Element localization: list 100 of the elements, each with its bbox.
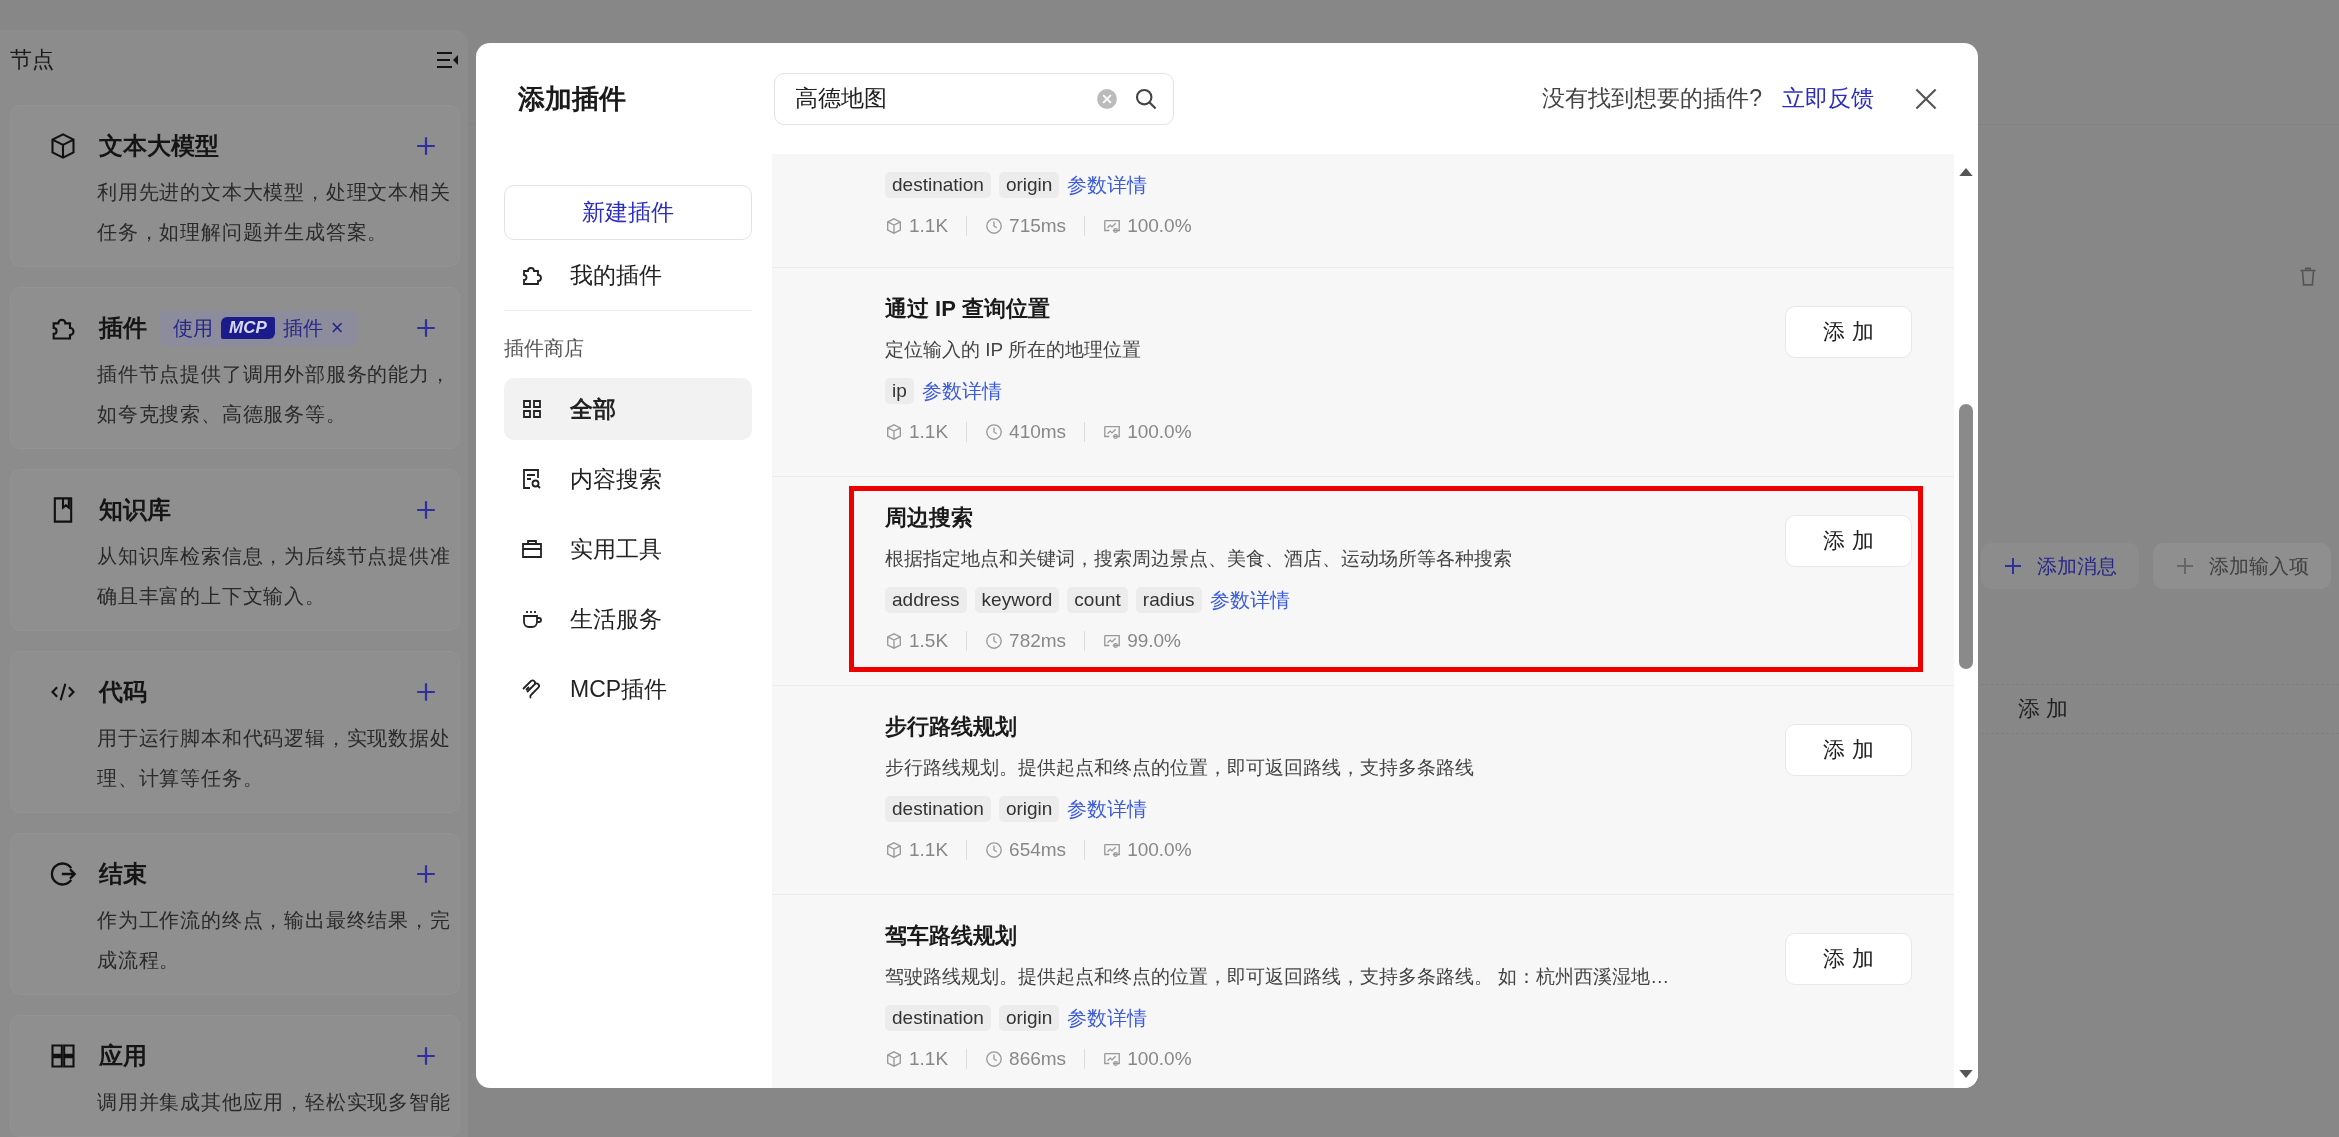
panel-title: 节点 <box>10 45 54 74</box>
parameter-details-link[interactable]: 参数详情 <box>1067 1004 1148 1032</box>
new-plugin-button[interactable]: 新建插件 <box>504 185 752 240</box>
my-plugins-item[interactable]: 我的插件 <box>504 240 752 310</box>
category-item[interactable]: 内容搜索 <box>504 448 752 510</box>
chart-icon <box>1103 423 1122 441</box>
briefcase-icon <box>520 537 544 561</box>
node-description: 用于运行脚本和代码逻辑，实现数据处理、计算等任务。 <box>97 726 451 791</box>
scrollbar[interactable] <box>1954 154 1978 1088</box>
category-item[interactable]: MCP插件 <box>504 658 752 720</box>
cube-icon <box>885 423 903 441</box>
clock-icon <box>985 217 1004 235</box>
usage-count: 1.1K <box>909 215 949 237</box>
exit-icon <box>49 860 77 888</box>
parameter-details-link[interactable]: 参数详情 <box>1067 171 1148 199</box>
add-button[interactable]: 添 加 <box>1785 306 1912 358</box>
node-card[interactable]: 插件 使用 MCP 插件 × 插件节点提供了调用外部服务的能力，如夸克搜索、高德服务等。 <box>10 287 460 449</box>
success-rate: 100.0% <box>1127 839 1192 861</box>
cube-icon <box>885 841 903 859</box>
dialog-title: 添加插件 <box>518 82 627 116</box>
plus-icon <box>2003 556 2023 576</box>
usage-count: 1.1K <box>909 1048 949 1070</box>
success-rate: 100.0% <box>1127 215 1192 237</box>
node-card[interactable]: 知识库 从知识库检索信息，为后续节点提供准确且丰富的上下文输入。 <box>10 469 460 631</box>
cube-icon <box>885 632 903 650</box>
add-icon[interactable] <box>415 1045 437 1067</box>
node-title: 知识库 <box>99 495 171 525</box>
node-card[interactable]: 应用 调用并集成其他应用，轻松实现多智能 <box>10 1015 460 1137</box>
add-icon[interactable] <box>415 499 437 521</box>
parameter-tag: destination <box>885 796 991 822</box>
tag-close-button[interactable]: × <box>330 315 344 341</box>
chart-icon <box>1103 217 1122 235</box>
parameter-details-link[interactable]: 参数详情 <box>1067 795 1148 823</box>
node-description: 作为工作流的终点，输出最终结果，完成流程。 <box>97 908 451 973</box>
add-label[interactable]: 添 加 <box>2018 694 2069 724</box>
node-card[interactable]: 文本大模型 利用先进的文本大模型，处理文本相关任务，如理解问题并生成答案。 <box>10 105 460 267</box>
feedback-link[interactable]: 立即反馈 <box>1782 83 1874 114</box>
plugin-description: 驾驶路线规划。提供起点和终点的位置，即可返回路线，支持多条路线。 如：杭州西溪湿地… <box>885 965 1671 989</box>
node-title: 插件 <box>99 313 147 343</box>
parameter-details-link[interactable]: 参数详情 <box>1209 586 1290 614</box>
category-item[interactable]: 全部 <box>504 378 752 440</box>
node-card[interactable]: 代码 用于运行脚本和代码逻辑，实现数据处理、计算等任务。 <box>10 651 460 813</box>
parameter-tag: origin <box>998 796 1060 822</box>
parameter-tag: radius <box>1135 587 1202 613</box>
plugin-title: 步行路线规划 <box>885 713 1018 741</box>
success-rate: 100.0% <box>1127 421 1192 443</box>
add-button[interactable]: 添 加 <box>1785 515 1912 567</box>
node-card[interactable]: 结束 作为工作流的终点，输出最终结果，完成流程。 <box>10 833 460 995</box>
node-description: 从知识库检索信息，为后续节点提供准确且丰富的上下文输入。 <box>97 544 451 609</box>
scrollbar-thumb[interactable] <box>1959 404 1973 669</box>
add-icon[interactable] <box>415 681 437 703</box>
mcp-tag[interactable]: 使用 MCP 插件 × <box>159 310 358 346</box>
parameter-tag: ip <box>885 378 914 404</box>
add-button[interactable]: 添 加 <box>1785 933 1912 985</box>
arrow-down-icon[interactable] <box>1959 1070 1973 1078</box>
mcp-badge: MCP <box>221 317 275 339</box>
clock-icon <box>985 841 1004 859</box>
latency-value: 715ms <box>1009 215 1067 237</box>
parameter-tag: destination <box>885 172 991 198</box>
trash-icon[interactable] <box>2297 265 2319 287</box>
usage-count: 1.1K <box>909 421 949 443</box>
node-title: 应用 <box>99 1041 147 1071</box>
plugin-description: 定位输入的 IP 所在的地理位置 <box>885 338 1143 362</box>
node-title: 文本大模型 <box>99 131 219 161</box>
plugin-title: 周边搜索 <box>885 504 974 532</box>
clear-icon[interactable] <box>1096 87 1118 110</box>
section-heading: 插件商店 <box>504 336 585 361</box>
usage-count: 1.1K <box>909 839 949 861</box>
category-item[interactable]: 实用工具 <box>504 518 752 580</box>
node-title: 代码 <box>99 677 147 707</box>
collapse-menu-icon[interactable] <box>434 49 460 70</box>
add-icon[interactable] <box>415 317 437 339</box>
parameter-tag: destination <box>885 1005 991 1031</box>
clock-icon <box>985 632 1004 650</box>
plugin-title: 通过 IP 查询位置 <box>885 295 1051 323</box>
parameter-tag: origin <box>998 172 1060 198</box>
add-button[interactable]: 添加消息 <box>1981 543 2139 589</box>
parameter-tag: origin <box>998 1005 1060 1031</box>
chart-icon <box>1103 632 1122 650</box>
chart-icon <box>1103 1050 1122 1068</box>
node-description: 利用先进的文本大模型，处理文本相关任务，如理解问题并生成答案。 <box>97 180 451 245</box>
category-item[interactable]: 生活服务 <box>504 588 752 650</box>
parameter-details-link[interactable]: 参数详情 <box>921 377 1002 405</box>
add-button[interactable]: 添 加 <box>1785 724 1912 776</box>
tag-label: 插件 <box>282 315 323 341</box>
plugin-description: 步行路线规划。提供起点和终点的位置，即可返回路线，支持多条路线 <box>885 756 1475 780</box>
cube-icon <box>885 217 903 235</box>
add-icon[interactable] <box>415 135 437 157</box>
clock-icon <box>985 423 1004 441</box>
plus-icon <box>2175 556 2195 576</box>
node-description: 插件节点提供了调用外部服务的能力，如夸克搜索、高德服务等。 <box>97 362 451 427</box>
search-icon[interactable] <box>1134 86 1158 111</box>
close-icon[interactable] <box>1914 86 1938 111</box>
plugin-description: 根据指定地点和关键词，搜索周边景点、美食、酒店、运动场所等各种搜索 <box>885 547 1513 571</box>
chart-icon <box>1103 841 1122 859</box>
search-field[interactable]: 高德地图 <box>774 72 1174 125</box>
plugin-title: 驾车路线规划 <box>885 922 1018 950</box>
grid-icon <box>49 1042 77 1070</box>
add-icon[interactable] <box>415 863 437 885</box>
arrow-up-icon[interactable] <box>1959 168 1973 176</box>
